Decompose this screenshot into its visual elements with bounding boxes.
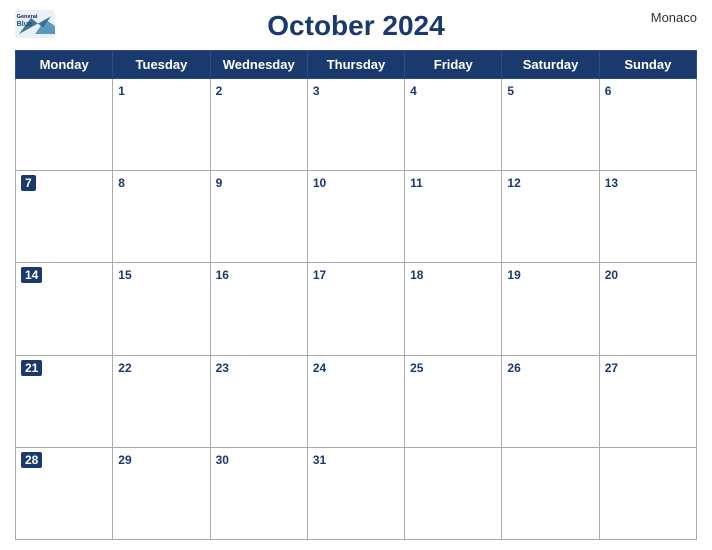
calendar-cell: 22	[113, 355, 210, 447]
calendar-week-row: 14 15 16 17 18 19 20	[16, 263, 697, 355]
header-wednesday: Wednesday	[210, 51, 307, 79]
day-number: 22	[118, 361, 131, 375]
header-thursday: Thursday	[307, 51, 404, 79]
days-header-row: Monday Tuesday Wednesday Thursday Friday…	[16, 51, 697, 79]
day-number: 28	[21, 452, 42, 468]
calendar-cell: 26	[502, 355, 599, 447]
calendar-cell: 3	[307, 79, 404, 171]
calendar-cell: 23	[210, 355, 307, 447]
calendar-cell: 19	[502, 263, 599, 355]
calendar-cell: 1	[113, 79, 210, 171]
day-number: 29	[118, 453, 131, 467]
calendar-cell: 20	[599, 263, 696, 355]
day-number: 16	[216, 268, 229, 282]
calendar-cell: 5	[502, 79, 599, 171]
svg-text:Blue: Blue	[17, 19, 33, 28]
day-number: 12	[507, 176, 520, 190]
country-label: Monaco	[651, 10, 697, 25]
calendar-page: General Blue October 2024 Monaco Monday …	[0, 0, 712, 550]
calendar-cell	[405, 447, 502, 539]
calendar-week-row: 28 29 30 31	[16, 447, 697, 539]
day-number: 17	[313, 268, 326, 282]
calendar-cell: 17	[307, 263, 404, 355]
day-number: 13	[605, 176, 618, 190]
calendar-title: October 2024	[267, 10, 444, 42]
calendar-cell: 8	[113, 171, 210, 263]
calendar-cell: 30	[210, 447, 307, 539]
calendar-cell: 28	[16, 447, 113, 539]
calendar-cell: 25	[405, 355, 502, 447]
day-number: 10	[313, 176, 326, 190]
day-number: 8	[118, 176, 125, 190]
calendar-cell: 27	[599, 355, 696, 447]
calendar-cell: 4	[405, 79, 502, 171]
day-number: 23	[216, 361, 229, 375]
day-number: 15	[118, 268, 131, 282]
calendar-cell: 24	[307, 355, 404, 447]
day-number: 3	[313, 84, 320, 98]
title-block: October 2024	[267, 10, 444, 42]
day-number: 27	[605, 361, 618, 375]
day-number: 5	[507, 84, 514, 98]
day-number: 11	[410, 176, 423, 190]
logo: General Blue	[15, 10, 55, 38]
day-number: 1	[118, 84, 125, 98]
day-number: 9	[216, 176, 223, 190]
calendar-cell: 11	[405, 171, 502, 263]
calendar-header: General Blue October 2024 Monaco	[15, 10, 697, 42]
calendar-week-row: 1 2 3 4 5 6	[16, 79, 697, 171]
calendar-cell	[599, 447, 696, 539]
calendar-cell: 16	[210, 263, 307, 355]
day-number: 25	[410, 361, 423, 375]
calendar-cell: 13	[599, 171, 696, 263]
day-number: 6	[605, 84, 612, 98]
calendar-body: 1234567891011121314151617181920212223242…	[16, 79, 697, 540]
calendar-week-row: 21 22 23 24 25 26 27	[16, 355, 697, 447]
calendar-cell: 18	[405, 263, 502, 355]
calendar-cell	[16, 79, 113, 171]
calendar-cell	[502, 447, 599, 539]
day-number: 4	[410, 84, 417, 98]
header-sunday: Sunday	[599, 51, 696, 79]
calendar-cell: 2	[210, 79, 307, 171]
day-number: 14	[21, 267, 42, 283]
calendar-cell: 9	[210, 171, 307, 263]
calendar-cell: 14	[16, 263, 113, 355]
day-number: 18	[410, 268, 423, 282]
calendar-cell: 29	[113, 447, 210, 539]
day-number: 2	[216, 84, 223, 98]
calendar-table: Monday Tuesday Wednesday Thursday Friday…	[15, 50, 697, 540]
calendar-cell: 7	[16, 171, 113, 263]
day-number: 24	[313, 361, 326, 375]
header-monday: Monday	[16, 51, 113, 79]
day-number: 26	[507, 361, 520, 375]
day-number: 31	[313, 453, 326, 467]
calendar-cell: 10	[307, 171, 404, 263]
calendar-cell: 12	[502, 171, 599, 263]
day-number: 30	[216, 453, 229, 467]
logo-icon: General Blue	[15, 10, 55, 38]
header-tuesday: Tuesday	[113, 51, 210, 79]
calendar-cell: 31	[307, 447, 404, 539]
day-number: 7	[21, 175, 36, 191]
day-number: 21	[21, 360, 42, 376]
calendar-cell: 6	[599, 79, 696, 171]
day-number: 19	[507, 268, 520, 282]
calendar-cell: 15	[113, 263, 210, 355]
calendar-cell: 21	[16, 355, 113, 447]
calendar-week-row: 7 8 9 10 11 12 13	[16, 171, 697, 263]
day-number: 20	[605, 268, 618, 282]
header-friday: Friday	[405, 51, 502, 79]
header-saturday: Saturday	[502, 51, 599, 79]
